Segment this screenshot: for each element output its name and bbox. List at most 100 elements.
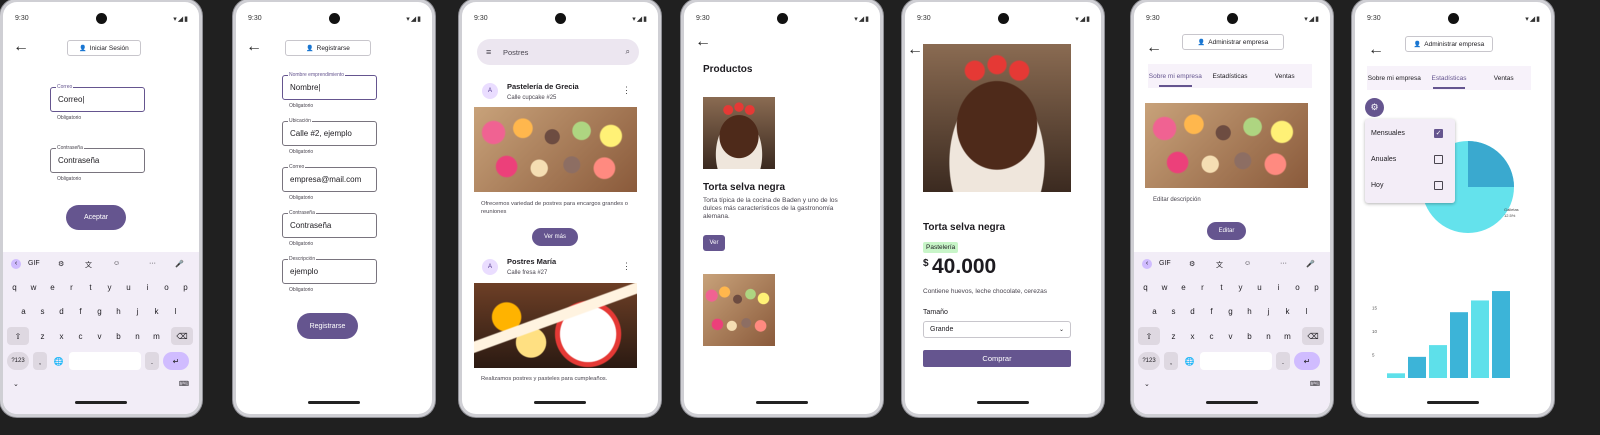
- register-field[interactable]: Contraseña Contraseña: [282, 210, 377, 238]
- globe-icon[interactable]: 🌐: [51, 352, 66, 370]
- space-key[interactable]: [1200, 352, 1272, 370]
- key[interactable]: n: [1261, 327, 1276, 345]
- login-title-button[interactable]: 👤 Iniciar Sesión: [67, 40, 141, 56]
- keyboard-tool-icon[interactable]: ···: [1280, 260, 1287, 267]
- key[interactable]: h: [1242, 302, 1257, 320]
- search-bar[interactable]: ≡ Postres ⌕: [477, 39, 639, 65]
- key[interactable]: t: [1214, 278, 1229, 296]
- key[interactable]: g: [1223, 302, 1238, 320]
- enter-key[interactable]: ↵: [163, 352, 189, 370]
- key[interactable]: u: [1252, 278, 1267, 296]
- keyboard-tool-icon[interactable]: ⚙: [58, 260, 64, 268]
- admin-title-button[interactable]: 👤 Administrar empresa: [1405, 36, 1493, 52]
- period-key[interactable]: .: [1276, 352, 1290, 370]
- key[interactable]: x: [1185, 327, 1200, 345]
- tab-about[interactable]: Sobre mi empresa: [1367, 66, 1422, 90]
- key[interactable]: d: [1185, 302, 1200, 320]
- key[interactable]: k: [149, 302, 164, 320]
- key[interactable]: w: [26, 278, 41, 296]
- menu-item-today[interactable]: Hoy: [1365, 180, 1455, 192]
- key[interactable]: b: [111, 327, 126, 345]
- back-arrow-icon[interactable]: ←: [246, 39, 262, 55]
- settings-fab[interactable]: ⚙: [1365, 98, 1384, 117]
- backspace-key[interactable]: ⌫: [171, 327, 193, 345]
- search-icon[interactable]: ⌕: [626, 47, 630, 57]
- key[interactable]: t: [83, 278, 98, 296]
- key[interactable]: c: [73, 327, 88, 345]
- keyboard-tool-icon[interactable]: GIF: [1159, 260, 1171, 267]
- key[interactable]: h: [111, 302, 126, 320]
- tab-stats[interactable]: Estadísticas: [1422, 66, 1477, 90]
- keyboard-tool-icon[interactable]: 文: [1216, 260, 1223, 270]
- keyboard-tool-icon[interactable]: ☺: [1244, 260, 1251, 267]
- key[interactable]: m: [1280, 327, 1295, 345]
- key[interactable]: j: [130, 302, 145, 320]
- tab-sales[interactable]: Ventas: [1257, 64, 1312, 88]
- edit-button[interactable]: Editar: [1207, 222, 1246, 240]
- shift-key[interactable]: ⇧: [1138, 327, 1160, 345]
- period-key[interactable]: .: [145, 352, 159, 370]
- back-arrow-icon[interactable]: ←: [695, 34, 711, 50]
- key[interactable]: u: [121, 278, 136, 296]
- collapse-keyboard-icon[interactable]: ⌄: [13, 380, 19, 388]
- register-field[interactable]: Descripción ejemplo: [282, 256, 377, 284]
- key[interactable]: f: [73, 302, 88, 320]
- key[interactable]: z: [1166, 327, 1181, 345]
- key[interactable]: s: [35, 302, 50, 320]
- key[interactable]: s: [1166, 302, 1181, 320]
- buy-button[interactable]: Comprar: [923, 350, 1071, 367]
- key[interactable]: y: [102, 278, 117, 296]
- keyboard-tool-icon[interactable]: 🎤: [175, 260, 184, 268]
- globe-icon[interactable]: 🌐: [1182, 352, 1197, 370]
- key[interactable]: c: [1204, 327, 1219, 345]
- key[interactable]: q: [7, 278, 22, 296]
- search-input[interactable]: Postres: [503, 48, 528, 57]
- key[interactable]: y: [1233, 278, 1248, 296]
- key[interactable]: x: [54, 327, 69, 345]
- more-vert-icon[interactable]: ⋮: [622, 85, 631, 96]
- key[interactable]: l: [1299, 302, 1314, 320]
- back-arrow-icon[interactable]: ←: [907, 42, 923, 58]
- key[interactable]: j: [1261, 302, 1276, 320]
- cake-image[interactable]: [703, 97, 775, 169]
- checkbox-checked-icon[interactable]: ✓: [1434, 129, 1443, 138]
- register-field[interactable]: Nombre emprendimiento Nombre|: [282, 72, 377, 100]
- key[interactable]: z: [35, 327, 50, 345]
- keyboard-tool-icon[interactable]: ⚙: [1189, 260, 1195, 268]
- enter-key[interactable]: ↵: [1294, 352, 1320, 370]
- key[interactable]: v: [92, 327, 107, 345]
- key[interactable]: q: [1138, 278, 1153, 296]
- edit-description-label[interactable]: Editar descripción: [1153, 197, 1201, 203]
- register-title-button[interactable]: 👤 Registrarse: [285, 40, 371, 56]
- tab-about[interactable]: Sobre mi empresa: [1148, 64, 1203, 88]
- keyboard-switch-icon[interactable]: ⌨: [1310, 380, 1320, 388]
- back-arrow-icon[interactable]: ←: [1146, 40, 1162, 56]
- symbols-key[interactable]: ?123: [7, 352, 29, 370]
- more-vert-icon[interactable]: ⋮: [622, 261, 631, 272]
- shift-key[interactable]: ⇧: [7, 327, 29, 345]
- key[interactable]: r: [64, 278, 79, 296]
- collapse-keyboard-icon[interactable]: ⌄: [1144, 380, 1150, 388]
- email-field[interactable]: Correo Correo|: [50, 84, 145, 112]
- keyboard-tool-icon[interactable]: ☺: [113, 260, 120, 267]
- checkbox-icon[interactable]: [1434, 181, 1443, 190]
- comma-key[interactable]: ,: [1164, 352, 1178, 370]
- key[interactable]: m: [149, 327, 164, 345]
- cupcakes-image[interactable]: [703, 274, 775, 346]
- back-arrow-icon[interactable]: ←: [1368, 42, 1384, 58]
- key[interactable]: p: [1309, 278, 1324, 296]
- comma-key[interactable]: ,: [33, 352, 47, 370]
- keyboard-tool-icon[interactable]: GIF: [28, 260, 40, 267]
- view-button[interactable]: Ver: [703, 235, 725, 251]
- key[interactable]: e: [1176, 278, 1191, 296]
- key[interactable]: i: [1271, 278, 1286, 296]
- register-field[interactable]: Correo empresa@mail.com: [282, 164, 377, 192]
- key[interactable]: n: [130, 327, 145, 345]
- key[interactable]: a: [1147, 302, 1162, 320]
- checkbox-icon[interactable]: [1434, 155, 1443, 164]
- hamburger-menu-icon[interactable]: ≡: [486, 47, 491, 57]
- key[interactable]: e: [45, 278, 60, 296]
- accept-button[interactable]: Aceptar: [66, 205, 126, 230]
- keyboard-tool-icon[interactable]: ···: [149, 260, 156, 267]
- key[interactable]: w: [1157, 278, 1172, 296]
